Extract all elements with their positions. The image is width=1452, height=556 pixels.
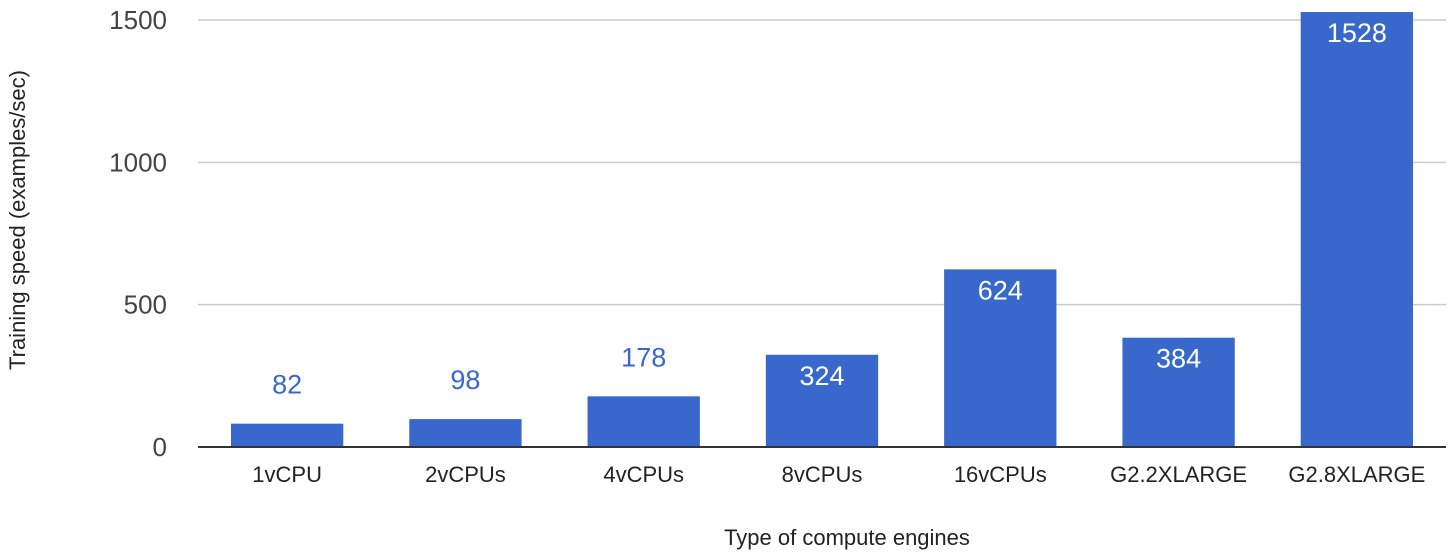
y-tick-label: 0 [153, 432, 167, 462]
bar [230, 423, 344, 447]
data-label: 384 [1156, 344, 1201, 374]
y-axis-ticks: 0 500 1000 1500 [109, 5, 167, 462]
bar-chart: 82 98 178 324 624 384 1528 0 500 1000 1500 1vCPU 2… [5, 5, 1446, 550]
x-tick-label: 1vCPU [252, 462, 322, 487]
x-tick-label: G2.2XLARGE [1110, 462, 1247, 487]
y-tick-label: 1000 [109, 147, 167, 177]
x-tick-label: 4vCPUs [603, 462, 684, 487]
data-label: 624 [978, 275, 1023, 305]
data-label: 178 [621, 342, 666, 372]
x-tick-label: 8vCPUs [782, 462, 863, 487]
y-tick-label: 1500 [109, 5, 167, 35]
x-axis-ticks: 1vCPU 2vCPUs 4vCPUs 8vCPUs 16vCPUs G2.2XLARGE… [252, 462, 1425, 487]
data-label: 98 [450, 365, 480, 395]
x-axis-title: Type of compute engines [724, 525, 970, 550]
y-tick-label: 500 [124, 290, 167, 320]
bar [1300, 12, 1414, 448]
data-label: 1528 [1327, 18, 1387, 48]
x-tick-label: 16vCPUs [954, 462, 1047, 487]
bar [587, 396, 700, 447]
bar [409, 419, 522, 447]
x-tick-label: G2.8XLARGE [1288, 462, 1425, 487]
y-axis-title: Training speed (examples/sec) [5, 70, 30, 370]
gridlines [198, 19, 1446, 306]
x-tick-label: 2vCPUs [425, 462, 506, 487]
data-label: 82 [272, 370, 302, 400]
data-label: 324 [799, 361, 844, 391]
